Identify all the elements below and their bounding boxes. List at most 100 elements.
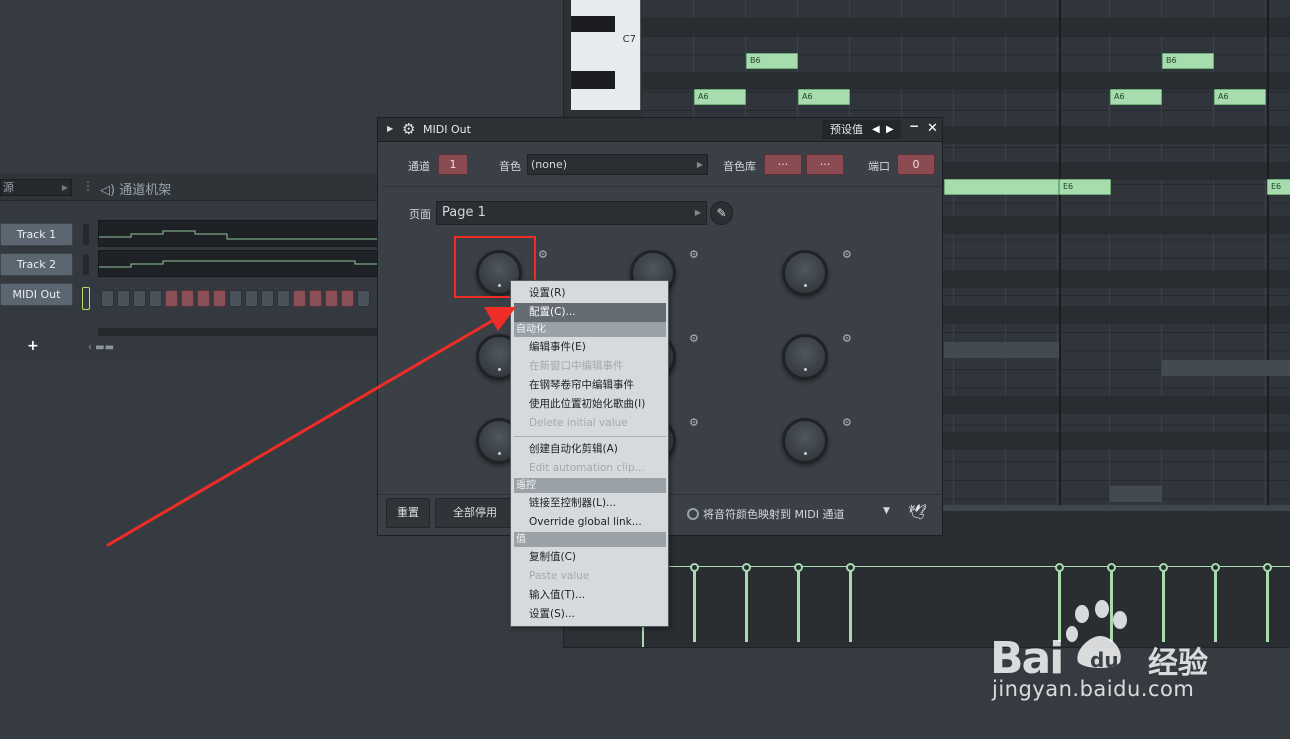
radio-icon[interactable] — [687, 508, 699, 520]
knob-settings-gear-icon[interactable]: ⚙ — [689, 416, 699, 429]
channel-select-led[interactable] — [82, 287, 90, 310]
note[interactable]: E6 — [1267, 179, 1290, 195]
channel-pattern-preview[interactable] — [98, 250, 378, 277]
disable-all-button[interactable]: 全部停用 — [435, 498, 515, 528]
plugin-options-arrow-icon[interactable]: ▶ — [387, 124, 393, 133]
knob-settings-gear-icon[interactable]: ⚙ — [842, 248, 852, 261]
menu-item-edit-automation-clip: Edit automation clip... — [529, 462, 645, 474]
presets-selector[interactable]: 预设值 ◀ ▶ — [822, 120, 901, 139]
velocity-handle[interactable] — [742, 563, 751, 642]
step-button[interactable] — [261, 290, 274, 307]
menu-item-create-automation-clip[interactable]: 创建自动化剪辑(A) — [514, 440, 666, 459]
knob-settings-gear-icon[interactable]: ⚙ — [538, 248, 548, 261]
port-value[interactable]: 0 — [897, 154, 935, 175]
pencil-icon: ✎ — [716, 206, 727, 220]
chevron-down-icon[interactable]: ▼ — [883, 506, 890, 516]
velocity-handle[interactable] — [1263, 563, 1272, 642]
velocity-handle[interactable] — [794, 563, 803, 642]
channel-button-midi-out[interactable]: MIDI Out — [0, 283, 73, 306]
channel-rack-scrollbar[interactable] — [98, 328, 378, 336]
chevron-right-icon: ▶ — [694, 208, 701, 217]
step-button[interactable] — [213, 290, 226, 307]
knob-settings-gear-icon[interactable]: ⚙ — [842, 332, 852, 345]
sound-select[interactable]: (none) ▶ — [527, 154, 708, 175]
add-channel-button[interactable]: + — [27, 338, 39, 354]
step-button[interactable] — [149, 290, 162, 307]
rack-zoom-slider[interactable]: ‹ ▬▬ — [88, 342, 114, 353]
note[interactable]: E6 — [1059, 179, 1111, 195]
menu-section-remote: 遥控 — [514, 478, 666, 493]
step-button[interactable] — [181, 290, 194, 307]
note[interactable]: B6 — [1162, 53, 1214, 69]
menu-item-edit-events[interactable]: 编辑事件(E) — [514, 338, 666, 357]
controller-knob[interactable] — [782, 334, 828, 380]
bank-label: 音色库 — [723, 160, 756, 173]
plugin-titlebar[interactable]: ▶ ⚙ MIDI Out 预设值 ◀ ▶ − ✕ — [378, 118, 942, 142]
velocity-baseline — [642, 566, 1290, 567]
step-button[interactable] — [325, 290, 338, 307]
menu-item-edit-events-piano-roll[interactable]: 在钢琴卷帘中编辑事件 — [514, 376, 666, 395]
velocity-handle[interactable] — [846, 563, 855, 642]
map-note-colors-option[interactable]: 将音符颜色映射到 MIDI 通道 — [687, 506, 844, 522]
channel-mute-led[interactable] — [83, 224, 89, 245]
channel-pattern-preview[interactable] — [98, 220, 378, 247]
pattern-notes-graphic — [99, 230, 377, 240]
note[interactable]: A6 — [798, 89, 850, 105]
reset-button[interactable]: 重置 — [386, 498, 430, 528]
step-button[interactable] — [197, 290, 210, 307]
bank-value-msb[interactable]: ··· — [764, 154, 802, 175]
menu-item-configure[interactable]: 配置(C)... — [514, 303, 666, 322]
piano-keyboard[interactable]: C7 — [571, 0, 641, 110]
menu-item-settings-s[interactable]: 设置(S)... — [514, 605, 666, 624]
channel-mute-led[interactable] — [83, 254, 89, 275]
note[interactable]: A6 — [1110, 89, 1162, 105]
knob-settings-gear-icon[interactable]: ⚙ — [689, 248, 699, 261]
knob-settings-gear-icon[interactable]: ⚙ — [842, 416, 852, 429]
menu-item-override-global-link[interactable]: Override global link... — [514, 513, 666, 532]
step-button[interactable] — [133, 290, 146, 307]
watermark-text: du — [1090, 648, 1119, 672]
step-button[interactable] — [165, 290, 178, 307]
channel-value[interactable]: 1 — [438, 154, 468, 175]
step-button[interactable] — [101, 290, 114, 307]
menu-item-link-controller[interactable]: 链接至控制器(L)... — [514, 494, 666, 513]
channel-button-track-1[interactable]: Track 1 — [0, 223, 73, 246]
key-label: C7 — [622, 34, 636, 45]
edit-page-button[interactable]: ✎ — [710, 201, 733, 225]
menu-item-settings-r[interactable]: 设置(R) — [514, 284, 666, 303]
controller-knob[interactable] — [782, 250, 828, 296]
page-select[interactable]: Page 1 ▶ — [436, 201, 707, 225]
knob-settings-gear-icon[interactable]: ⚙ — [689, 332, 699, 345]
note[interactable] — [944, 179, 1059, 195]
step-button[interactable] — [293, 290, 306, 307]
note[interactable]: A6 — [1214, 89, 1266, 105]
bird-icon[interactable]: 🕊 — [908, 503, 927, 521]
bank-value-lsb[interactable]: ··· — [806, 154, 844, 175]
step-button[interactable] — [341, 290, 354, 307]
controller-knob[interactable] — [782, 418, 828, 464]
step-button[interactable] — [117, 290, 130, 307]
note[interactable]: B6 — [746, 53, 798, 69]
menu-item-paste-value: Paste value — [529, 570, 590, 582]
minimize-button[interactable]: − — [909, 119, 919, 133]
channel-button-track-2[interactable]: Track 2 — [0, 253, 73, 276]
close-button[interactable]: ✕ — [927, 121, 938, 136]
source-select[interactable]: 源 ▶ — [0, 179, 72, 196]
previous-preset-icon[interactable]: ◀ — [872, 120, 880, 139]
step-button[interactable] — [277, 290, 290, 307]
velocity-handle[interactable] — [690, 563, 699, 642]
note[interactable]: A6 — [694, 89, 746, 105]
menu-item-type-value[interactable]: 输入值(T)... — [514, 586, 666, 605]
drag-handle-icon[interactable]: ⋮ — [82, 179, 94, 193]
step-button[interactable] — [245, 290, 258, 307]
step-button[interactable] — [229, 290, 242, 307]
next-preset-icon[interactable]: ▶ — [886, 120, 894, 139]
menu-item-init-song[interactable]: 使用此位置初始化歌曲(I) — [514, 395, 666, 414]
gear-icon[interactable]: ⚙ — [402, 122, 415, 137]
knob-context-menu: 设置(R) 配置(C)... 自动化 编辑事件(E) 在新窗口中编辑事件 在钢琴… — [510, 280, 669, 627]
black-key[interactable] — [571, 16, 615, 32]
black-key[interactable] — [571, 71, 615, 89]
step-button[interactable] — [309, 290, 322, 307]
menu-item-copy-value[interactable]: 复制值(C) — [514, 548, 666, 567]
step-button[interactable] — [357, 290, 370, 307]
